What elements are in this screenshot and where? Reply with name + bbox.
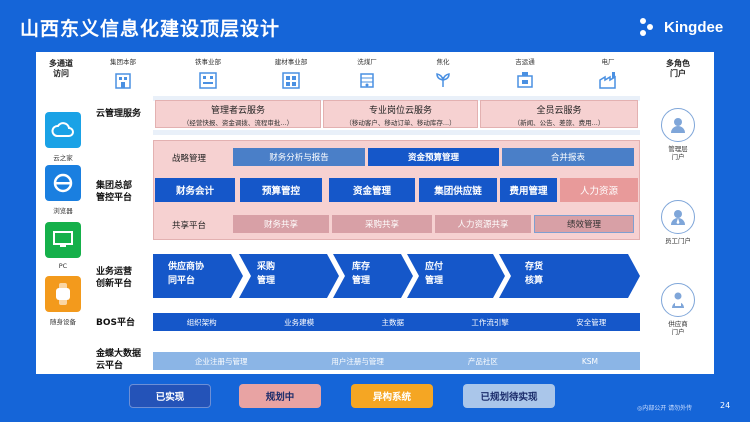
legend-planning: 规划中 xyxy=(239,384,321,408)
kd-item[interactable]: 用户注册与管理 xyxy=(331,356,384,367)
bos-item[interactable]: 业务建模 xyxy=(284,317,314,328)
ops-arrow-procurement[interactable] xyxy=(239,254,339,298)
bos-row-label: BOS平台 xyxy=(96,318,135,328)
shared-label: 共享平台 xyxy=(172,221,207,231)
left-column-title: 多通道 访问 xyxy=(49,59,73,78)
kd-item[interactable]: KSM xyxy=(582,357,598,366)
logo-dots-icon xyxy=(640,18,660,36)
page-number: 24 xyxy=(720,401,731,410)
strategy-label: 战略管理 xyxy=(172,154,207,164)
business-unit-coal: 洗煤厂 xyxy=(347,56,387,91)
logo-text: Kingdee xyxy=(664,18,724,36)
bos-item[interactable]: 组织架构 xyxy=(187,317,217,328)
channel-label: 随身设备 xyxy=(50,318,76,326)
supplier-icon xyxy=(661,283,695,317)
kd-item[interactable]: 企业注册与管理 xyxy=(195,356,248,367)
ops-arrow-label: 采购 管理 xyxy=(257,262,276,286)
right-column-title: 多角色 门户 xyxy=(666,59,690,78)
bos-item[interactable]: 安全管理 xyxy=(576,317,606,328)
legend-implemented: 已实现 xyxy=(129,384,211,408)
cloud-icon xyxy=(45,112,81,148)
channel-pc[interactable]: PC xyxy=(43,222,83,270)
portal-label: 员工门户 xyxy=(665,237,691,245)
channel-wearable[interactable]: 随身设备 xyxy=(43,276,83,326)
kd-item[interactable]: 产品社区 xyxy=(468,356,498,367)
bos-item[interactable]: 主数据 xyxy=(381,317,404,328)
cloud-box-professional[interactable]: 专业岗位云服务 （移动客户、移动订单、移动库存...） xyxy=(323,100,478,128)
business-unit-coking: 焦化 xyxy=(423,56,463,91)
logistics-icon xyxy=(513,69,537,91)
channel-label: 云之家 xyxy=(53,154,73,162)
power-plant-icon xyxy=(596,69,620,91)
channel-yunzhijia[interactable]: 云之家 xyxy=(43,112,83,162)
ops-arrow-label: 应付 管理 xyxy=(425,262,444,286)
portal-manager[interactable]: 管理层 门户 xyxy=(656,108,700,161)
portal-employee[interactable]: 员工门户 xyxy=(656,200,700,245)
core-expense-management[interactable]: 费用管理 xyxy=(500,178,557,202)
strategy-fund-budget[interactable]: 资金预算管理 xyxy=(368,148,499,166)
business-unit-power: 电厂 xyxy=(588,56,628,91)
ie-browser-icon xyxy=(45,165,81,201)
core-human-resources[interactable]: 人力资源 xyxy=(560,178,638,202)
core-budget-control[interactable]: 预算管控 xyxy=(240,178,322,202)
watch-icon xyxy=(45,276,81,312)
page-title: 山西东义信息化建设顶层设计 xyxy=(20,18,281,40)
coal-plant-icon xyxy=(355,69,379,91)
confidentiality-note: ◎内部公开 请勿外传 xyxy=(637,405,693,412)
core-fund-management[interactable]: 资金管理 xyxy=(329,178,415,202)
strategy-consolidated-report[interactable]: 合并报表 xyxy=(502,148,634,166)
shared-procurement[interactable]: 采购共享 xyxy=(332,215,432,233)
business-unit-hq: 集团本部 xyxy=(103,56,143,91)
bos-item[interactable]: 工作流引擎 xyxy=(471,317,509,328)
kingdee-logo: Kingdee xyxy=(640,18,723,36)
ops-arrow-label: 存货 核算 xyxy=(525,262,544,286)
business-unit-logistics: 吉运通 xyxy=(505,56,545,91)
ops-arrow-inventory[interactable] xyxy=(333,254,413,298)
legend-planned-pending: 已规划待实现 xyxy=(463,384,555,408)
cloud-box-all-staff[interactable]: 全员云服务 （新闻、公告、差旅、费用...） xyxy=(480,100,638,128)
employee-icon xyxy=(661,200,695,234)
channel-label: 浏览器 xyxy=(53,207,73,215)
shared-finance[interactable]: 财务共享 xyxy=(233,215,329,233)
kd-bar: 企业注册与管理 用户注册与管理 产品社区 KSM xyxy=(153,352,640,370)
manager-icon xyxy=(661,108,695,142)
headquarters-icon xyxy=(111,69,135,91)
group-row-label: 集团总部 管控平台 xyxy=(96,181,133,203)
cloud-box-manager[interactable]: 管理者云服务 （经营快报、资金调拨、流程审批...） xyxy=(155,100,321,128)
business-unit-iron: 铁事业部 xyxy=(188,56,228,91)
shared-performance[interactable]: 绩效管理 xyxy=(534,215,634,233)
coking-icon xyxy=(431,69,455,91)
core-financial-accounting[interactable]: 财务会计 xyxy=(155,178,235,202)
strategy-finance-analysis[interactable]: 财务分析与报告 xyxy=(233,148,365,166)
ops-arrow-label: 库存 管理 xyxy=(352,262,371,286)
ops-row-label: 业务运营 创新平台 xyxy=(96,267,133,289)
business-unit-building: 建材事业部 xyxy=(271,56,311,91)
core-group-supply-chain[interactable]: 集团供应链 xyxy=(419,178,497,202)
portal-label: 管理层 门户 xyxy=(668,145,688,161)
ops-arrow-payable[interactable] xyxy=(407,254,505,298)
portal-label: 供应商 门户 xyxy=(668,320,688,336)
building-icon xyxy=(279,69,303,91)
iron-factory-icon xyxy=(196,69,220,91)
bos-bar: 组织架构 业务建模 主数据 工作流引擎 安全管理 xyxy=(153,313,640,331)
cloud-band-bottom xyxy=(153,130,640,135)
portal-supplier[interactable]: 供应商 门户 xyxy=(656,283,700,336)
ops-arrow-stock-costing[interactable] xyxy=(499,254,640,298)
channel-label: PC xyxy=(58,262,68,270)
kd-row-label: 金蝶大数据 云平台 xyxy=(96,349,142,371)
legend-heterogeneous: 异构系统 xyxy=(351,384,433,408)
shared-hr[interactable]: 人力资源共享 xyxy=(435,215,531,233)
monitor-icon xyxy=(45,222,81,258)
ops-arrow-label: 供应商协 同平台 xyxy=(168,262,205,286)
cloud-row-label: 云管理服务 xyxy=(96,109,142,119)
channel-browser[interactable]: 浏览器 xyxy=(43,165,83,215)
